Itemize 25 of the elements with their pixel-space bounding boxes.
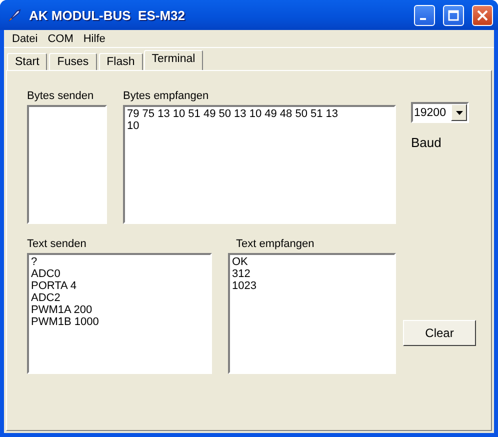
minimize-button[interactable] [414,4,435,26]
bytes-received-field[interactable]: 79 75 13 10 51 49 50 13 10 49 48 50 51 13 10 [123,105,396,224]
close-icon [477,10,488,20]
field-label: Text empfangen [235,238,316,252]
window-title: AK MODUL-BUS ES-M32 [29,8,186,22]
baud-label: Baud [411,135,442,150]
baud-dropdown[interactable]: 19200 [411,102,469,123]
field-label: Text senden [27,238,88,252]
maximize-icon [448,10,459,20]
clear-button[interactable]: Clear [403,320,476,346]
tab[interactable]: Start [7,53,48,70]
tab[interactable]: Flash [98,53,143,70]
tab[interactable]: Fuses [49,53,97,70]
field-label: Bytes empfangen [123,90,210,104]
menu-item[interactable]: Hilfe [79,32,112,44]
bytes-send-field[interactable] [27,105,107,224]
text-received-field[interactable]: OK 312 1023 [228,253,396,374]
minimize-icon [420,18,426,20]
field-label: Bytes senden [27,90,95,104]
menu-item[interactable]: Datei [8,32,44,44]
tab[interactable]: Terminal [144,50,204,70]
maximize-button[interactable] [443,4,464,26]
close-button[interactable] [472,4,493,26]
menu-item[interactable]: COM [44,32,80,44]
text-send-field[interactable]: ? ADC0 PORTA 4 ADC2 PWM1A 200 PWM1B 1000 [27,253,212,374]
